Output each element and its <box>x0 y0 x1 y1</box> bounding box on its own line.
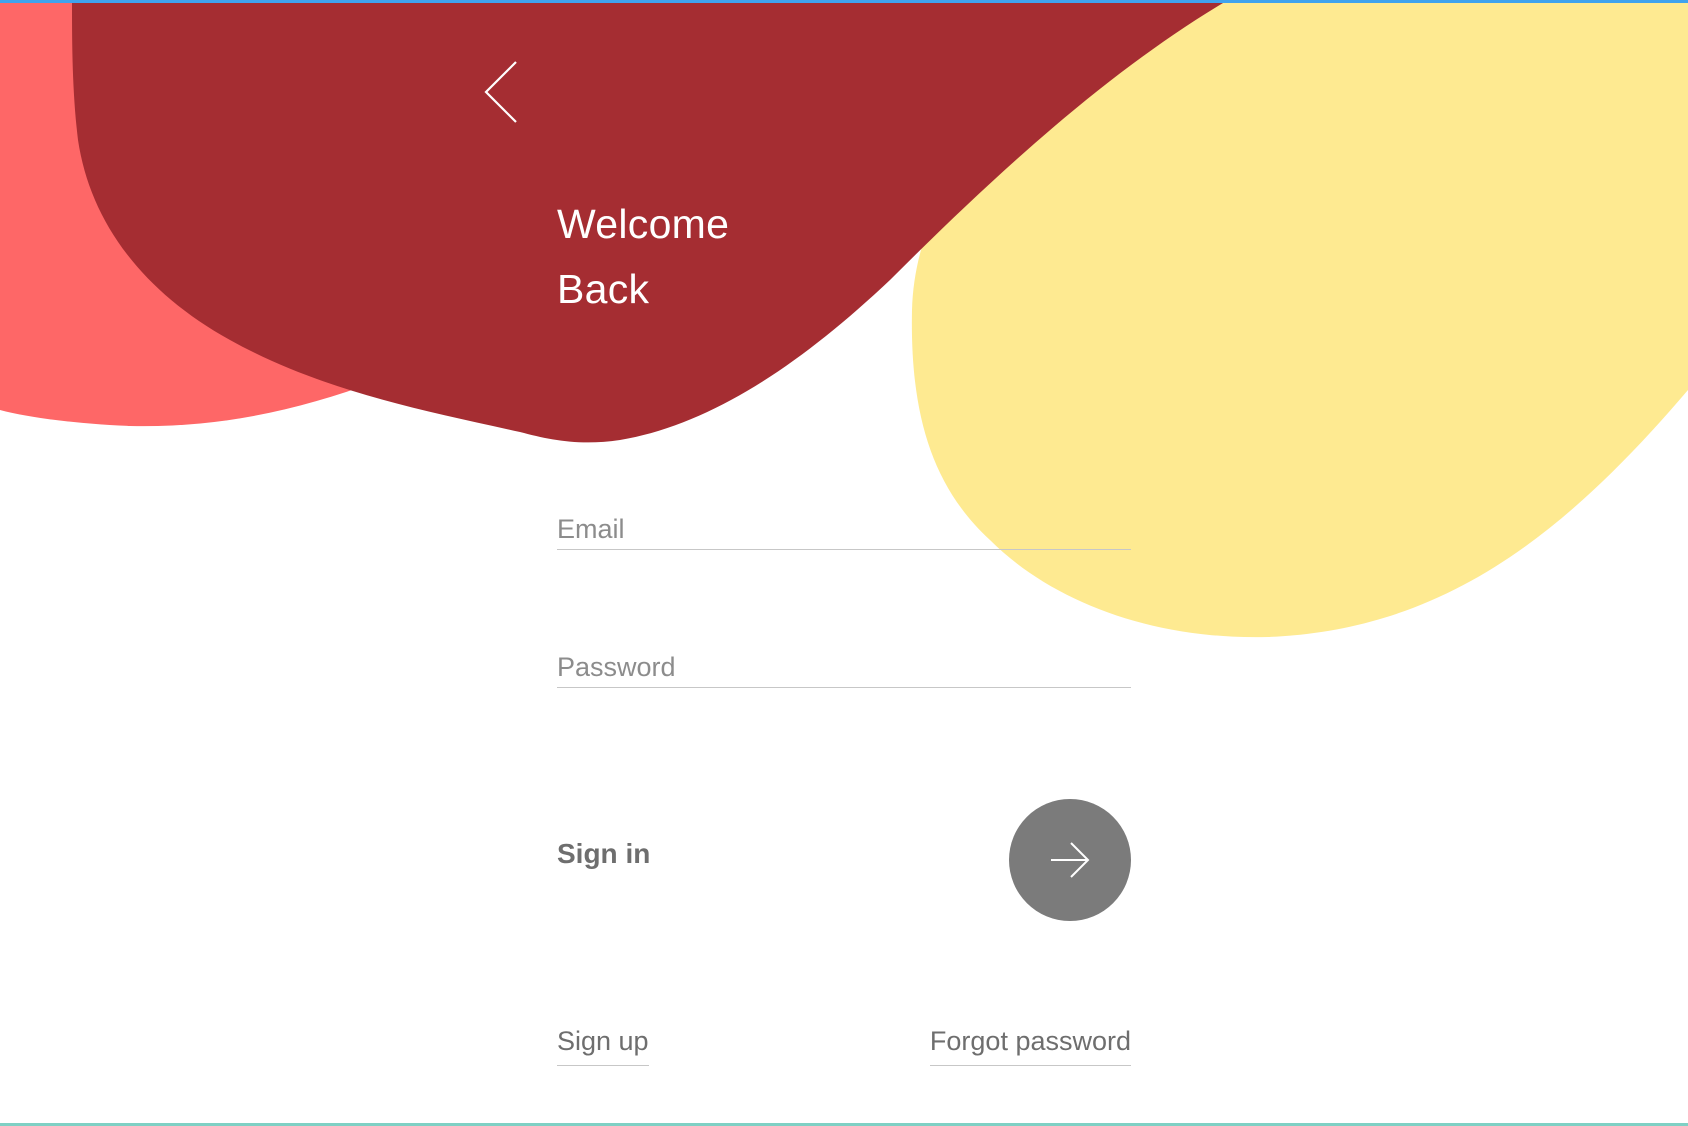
arrow-right-icon <box>1051 842 1090 878</box>
background-blobs <box>0 0 1688 638</box>
page-title: Welcome Back <box>557 192 729 322</box>
password-field[interactable] <box>557 652 1131 688</box>
signin-button[interactable] <box>1009 799 1131 921</box>
chevron-left-icon <box>484 61 517 123</box>
password-field-group <box>557 652 1131 688</box>
login-screen: Welcome Back Sign in Sign up Forgot pass… <box>0 0 1688 1126</box>
title-line-1: Welcome <box>557 201 730 247</box>
email-field[interactable] <box>557 514 1131 550</box>
signin-label: Sign in <box>557 838 651 869</box>
forgot-password-link[interactable]: Forgot password <box>929 1026 1131 1066</box>
email-field-group <box>557 514 1131 550</box>
title-line-2: Back <box>557 266 650 312</box>
back-button[interactable] <box>480 58 524 128</box>
top-accent-strip <box>0 0 1688 3</box>
signup-link[interactable]: Sign up <box>557 1026 649 1066</box>
